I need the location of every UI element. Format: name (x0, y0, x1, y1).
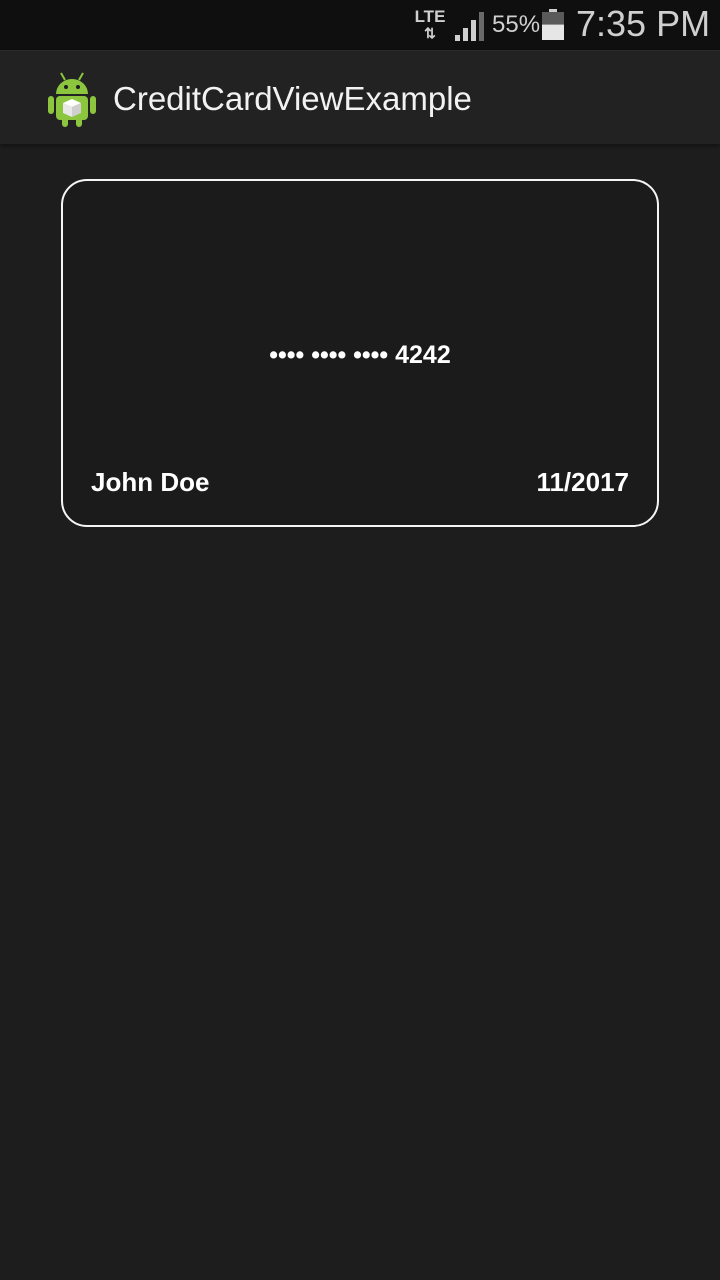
lte-network-indicator: LTE ⇅ (413, 8, 447, 44)
status-clock: 7:35 PM (576, 3, 711, 44)
signal-bars-icon (455, 12, 484, 41)
action-bar: CreditCardViewExample (0, 50, 720, 144)
card-expiry-date: 11/2017 (536, 467, 629, 497)
lte-label: LTE (414, 7, 446, 26)
status-bar: LTE ⇅ 55% 7:35 PM (0, 0, 720, 50)
credit-card-view[interactable]: •••• •••• •••• 4242 John Doe 11/2017 (61, 179, 659, 527)
android-app-icon[interactable] (46, 70, 98, 128)
battery-percent: 55% (492, 11, 541, 38)
card-number: •••• •••• •••• 4242 (269, 341, 451, 369)
app-title: CreditCardViewExample (113, 80, 472, 117)
card-holder-name: John Doe (91, 467, 210, 497)
battery-icon (542, 9, 564, 40)
data-transfer-arrows-icon: ⇅ (424, 25, 436, 41)
